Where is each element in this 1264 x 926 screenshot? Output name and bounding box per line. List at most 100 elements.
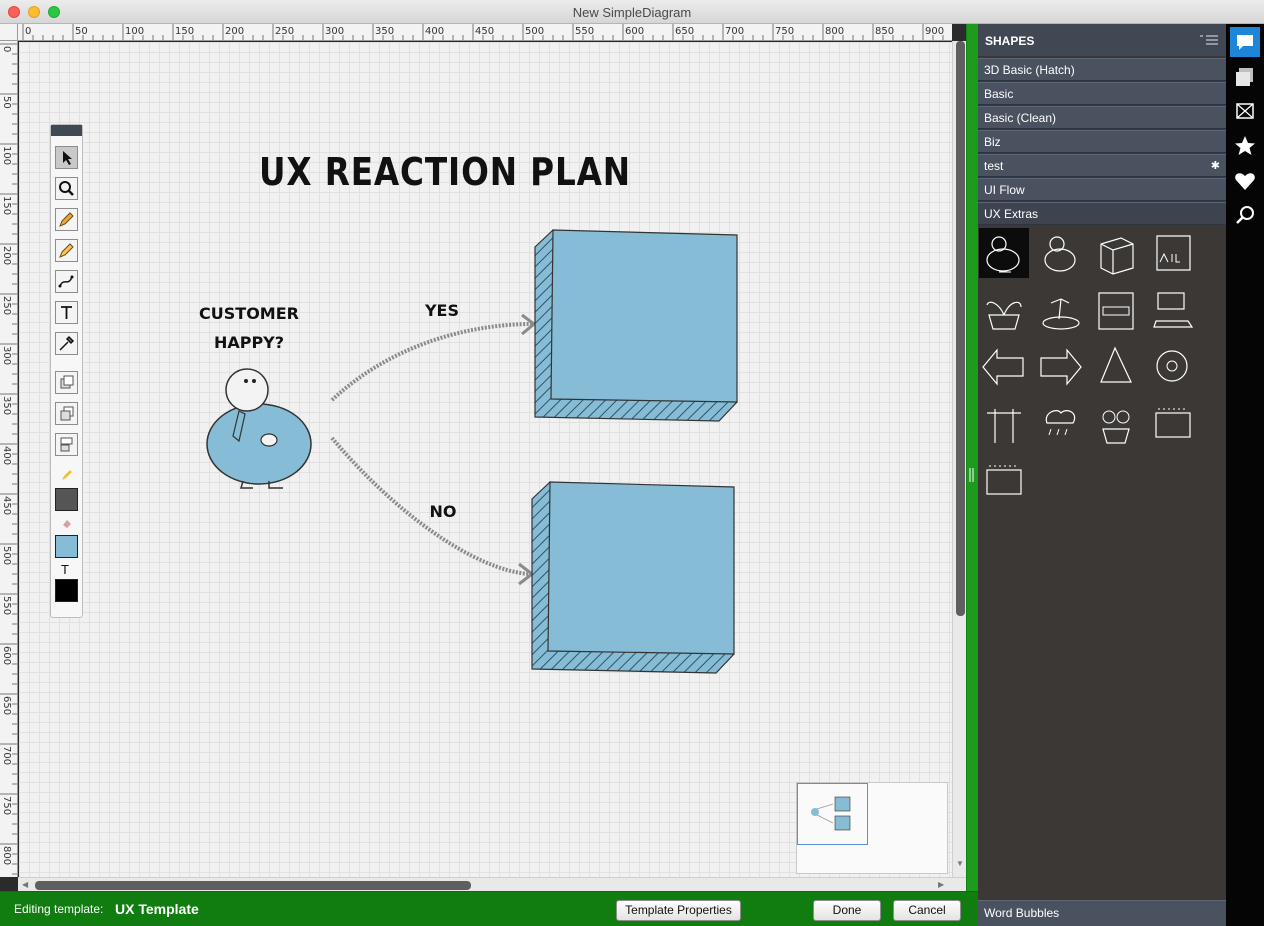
ruler-label: 600: [625, 26, 644, 37]
minimap[interactable]: [796, 782, 948, 874]
shape-thumb-island[interactable]: [1035, 285, 1085, 335]
pencil-icon: [59, 212, 74, 227]
shape-thumb-sign[interactable]: [1091, 285, 1141, 335]
decision-arrows[interactable]: [324, 312, 554, 592]
marker-tool[interactable]: [55, 239, 78, 262]
cancel-button[interactable]: Cancel: [893, 900, 961, 921]
shape-thumb-box[interactable]: [1091, 228, 1141, 278]
stroke-color-swatch[interactable]: [55, 488, 78, 511]
shape-thumb-ticket[interactable]: [1148, 399, 1198, 449]
eyedropper-tool[interactable]: [55, 332, 78, 355]
tool-palette-handle[interactable]: [51, 125, 82, 136]
ruler-label: 250: [1, 296, 12, 315]
horizontal-scroll-thumb[interactable]: [35, 881, 471, 890]
pages-panel-button[interactable]: [1230, 62, 1260, 92]
no-outcome-box[interactable]: [526, 479, 741, 679]
fill-bucket-icon: [63, 520, 71, 528]
window-title: New SimpleDiagram: [572, 5, 692, 20]
pages-icon: [1236, 68, 1253, 86]
sign-icon: [1098, 292, 1134, 330]
image-icon: [1236, 103, 1254, 119]
shape-thumb-arrow-right[interactable]: [1035, 342, 1085, 392]
marker-icon: [59, 243, 74, 258]
vertical-scrollbar[interactable]: ▼: [952, 41, 966, 877]
arrange-tool[interactable]: [55, 433, 78, 456]
done-button[interactable]: Done: [813, 900, 881, 921]
drawing-canvas[interactable]: UX REACTION PLAN CUSTOMER HAPPY? YES NO: [19, 42, 952, 877]
box-icon: [1100, 237, 1134, 275]
shape-thumb-rain-cloud[interactable]: [1035, 399, 1085, 449]
category-basic[interactable]: Basic: [978, 82, 1226, 105]
comment-panel-button[interactable]: [1230, 27, 1260, 57]
scroll-left-arrow-icon[interactable]: ◀: [22, 880, 28, 889]
ruler-label: 350: [1, 396, 12, 415]
shape-thumb-wheel[interactable]: [1148, 342, 1198, 392]
vertical-scroll-thumb[interactable]: [956, 41, 965, 616]
template-name: UX Template: [115, 901, 199, 917]
category-biz[interactable]: Biz: [978, 130, 1226, 153]
person-icon: [1044, 236, 1076, 272]
question-text-line1[interactable]: CUSTOMER: [199, 304, 299, 323]
ruler-label: 200: [1, 246, 12, 265]
flower-pot-icon: [1102, 410, 1130, 444]
scroll-down-arrow-icon[interactable]: ▼: [956, 859, 964, 868]
title-bar: New SimpleDiagram: [0, 0, 1264, 24]
shape-thumb-plant[interactable]: [979, 285, 1029, 335]
text-tool[interactable]: [55, 301, 78, 324]
pencil-tool[interactable]: [55, 208, 78, 231]
island-icon: [1042, 298, 1080, 330]
shapes-panel-title: SHAPES: [985, 34, 1035, 48]
shape-thumb-thinking-person[interactable]: [979, 228, 1029, 278]
category-word-bubbles[interactable]: Word Bubbles: [978, 900, 1226, 926]
ruler-label: 900: [925, 26, 944, 37]
category-3d-basic-hatch[interactable]: 3D Basic (Hatch): [978, 58, 1226, 81]
text-color-swatch[interactable]: [55, 579, 78, 602]
ruler-label: 500: [525, 26, 544, 37]
shape-thumb-cone[interactable]: [1091, 342, 1141, 392]
power-pole-icon: [987, 409, 1021, 443]
send-back-tool[interactable]: [55, 402, 78, 425]
heart-icon: [1235, 173, 1255, 190]
shape-thumb-person[interactable]: [1035, 228, 1085, 278]
send-back-icon: [60, 406, 74, 421]
shape-thumb-fail-badge[interactable]: [1148, 228, 1198, 278]
side-icon-bar: [1226, 24, 1264, 926]
image-panel-button[interactable]: [1230, 96, 1260, 126]
horizontal-scrollbar[interactable]: ◀ ▶: [18, 877, 966, 891]
arrow-left-icon: [982, 348, 1024, 386]
shape-thumb-power-pole[interactable]: [979, 399, 1029, 449]
shape-thumb-flower-pot[interactable]: [1091, 399, 1141, 449]
category-basic-clean[interactable]: Basic (Clean): [978, 106, 1226, 129]
fill-color-swatch[interactable]: [55, 535, 78, 558]
panel-menu-icon[interactable]: [1200, 33, 1218, 47]
category-test[interactable]: test ✱: [978, 154, 1226, 177]
ruler-label: 100: [1, 146, 12, 165]
liked-panel-button[interactable]: [1230, 166, 1260, 196]
diagram-title[interactable]: UX REACTION PLAN: [259, 150, 631, 194]
text-tool-icon: [61, 306, 72, 319]
sign-board-icon: [986, 465, 1022, 495]
select-tool[interactable]: [55, 146, 78, 169]
yes-outcome-box[interactable]: [529, 227, 744, 427]
template-properties-button[interactable]: Template Properties: [616, 900, 741, 921]
search-panel-button[interactable]: [1230, 201, 1260, 231]
category-label: UI Flow: [984, 183, 1025, 197]
customer-figure[interactable]: [203, 366, 315, 490]
shape-thumb-arrow-left[interactable]: [979, 342, 1029, 392]
category-ui-flow[interactable]: UI Flow: [978, 178, 1226, 201]
zoom-tool[interactable]: [55, 177, 78, 200]
scroll-right-arrow-icon[interactable]: ▶: [938, 880, 944, 889]
panel-splitter[interactable]: [966, 24, 978, 900]
bring-front-tool[interactable]: [55, 371, 78, 394]
connector-tool[interactable]: [55, 270, 78, 293]
ruler-label: 650: [1, 696, 12, 715]
question-text-line2[interactable]: HAPPY?: [199, 333, 299, 352]
category-label: Basic: [984, 87, 1014, 101]
comment-icon: [1237, 35, 1253, 50]
minimap-preview: [811, 796, 851, 831]
shape-thumb-sign-board[interactable]: [979, 456, 1029, 506]
favorites-panel-button[interactable]: [1230, 131, 1260, 161]
shape-thumb-computer[interactable]: [1148, 285, 1198, 335]
category-ux-extras[interactable]: UX Extras: [978, 202, 1226, 225]
vertical-ruler-ticks: 0 50 100 150 200 250 300 350 400 450 500 550 600 650 7…: [0, 43, 17, 875]
